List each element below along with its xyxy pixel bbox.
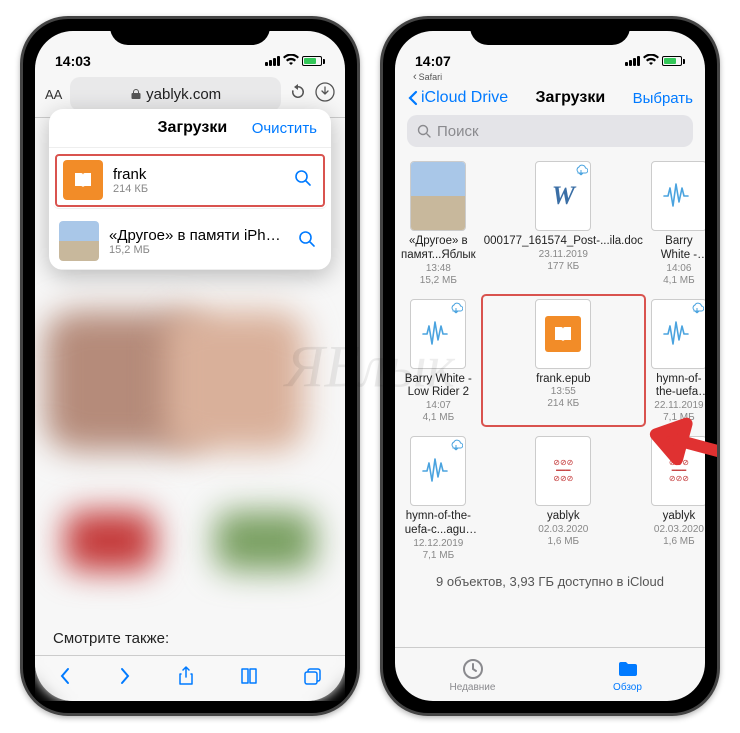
file-name: «Другое» в памят...Яблык xyxy=(401,235,476,263)
image-thumb xyxy=(59,221,99,261)
tab-bar: Недавние Обзор xyxy=(395,647,705,701)
bookmarks-button[interactable] xyxy=(239,667,259,690)
file-size: 4,1 МБ xyxy=(651,275,705,287)
audio-file-icon xyxy=(410,299,466,369)
status-time: 14:03 xyxy=(55,53,115,69)
screen: 14:03 AA yablyk.com iPa xyxy=(35,31,345,701)
forward-button[interactable] xyxy=(117,667,133,690)
file-date: 13:55 xyxy=(484,386,643,398)
file-date: 14:06 xyxy=(651,263,705,275)
file-item[interactable]: frank.epub13:55214 КБ xyxy=(482,295,645,427)
search-input[interactable]: Поиск xyxy=(407,115,693,147)
battery-icon xyxy=(302,56,325,66)
doc-file-icon: W xyxy=(535,161,591,231)
file-name: yablyk xyxy=(484,510,643,524)
audio-file-icon xyxy=(410,436,466,506)
select-button[interactable]: Выбрать xyxy=(633,90,693,107)
cloud-download-icon xyxy=(574,164,588,178)
text-size-button[interactable]: AA xyxy=(45,87,62,102)
downloads-button[interactable] xyxy=(315,82,335,106)
pdf-file-icon: ⊘⊘⊘━━━⊘⊘⊘ xyxy=(535,436,591,506)
search-placeholder: Поиск xyxy=(437,123,479,140)
page-title: Загрузки xyxy=(536,89,606,107)
tab-browse[interactable]: Обзор xyxy=(550,648,705,701)
safari-toolbar xyxy=(35,655,345,701)
reveal-in-files-icon[interactable] xyxy=(293,230,321,253)
file-name: yablyk xyxy=(651,510,705,524)
file-name: Barry White - Low Rider 2 xyxy=(401,373,476,401)
see-also: Смотрите также: xyxy=(53,630,169,647)
file-item[interactable]: «Другое» в памят...Яблык13:4815,2 МБ xyxy=(399,157,478,289)
download-item[interactable]: «Другое» в памяти iPhon...15,2 МБ xyxy=(49,213,331,270)
file-size: 4,1 МБ xyxy=(401,412,476,424)
lock-icon xyxy=(130,88,142,100)
screen: 14:07 ‹Safari iCloud Drive Загрузки Выбр… xyxy=(395,31,705,701)
url-field[interactable]: yablyk.com xyxy=(70,77,281,111)
file-name: hymn-of-the-uefa-c...league xyxy=(651,373,705,401)
file-grid: «Другое» в памят...Яблык13:4815,2 МБ W 000… xyxy=(395,153,705,564)
audio-file-icon xyxy=(651,161,705,231)
file-name: Barry White - Low Rider xyxy=(651,235,705,263)
summary-text: 9 объектов, 3,93 ГБ доступно в iCloud xyxy=(395,564,705,595)
status-time: 14:07 xyxy=(415,53,475,69)
cellular-icon xyxy=(265,56,280,66)
file-name: hymn-of-the-uefa-c...ague 2 xyxy=(401,510,476,538)
files-header: iCloud Drive Загрузки Выбрать xyxy=(395,83,705,111)
file-date: 02.03.2020 xyxy=(484,524,643,536)
file-item[interactable]: ⊘⊘⊘━━━⊘⊘⊘ yablyk02.03.20201,6 МБ xyxy=(482,432,645,564)
file-date: 13:48 xyxy=(401,263,476,275)
file-size: 1,6 МБ xyxy=(651,536,705,548)
file-size: 7,1 МБ xyxy=(401,550,476,562)
back-icloud-drive[interactable]: iCloud Drive xyxy=(407,89,508,107)
file-item[interactable]: W 000177_161574_Post-...ila.doc23.11.2019… xyxy=(482,157,645,289)
download-item[interactable]: frank214 КБ xyxy=(53,152,327,209)
phone-safari: 14:03 AA yablyk.com iPa xyxy=(20,16,360,716)
file-size: 214 КБ xyxy=(484,398,643,410)
notch xyxy=(470,19,630,45)
tab-recent[interactable]: Недавние xyxy=(395,648,550,701)
wifi-icon xyxy=(643,53,659,69)
epub-file-icon xyxy=(535,299,591,369)
search-icon xyxy=(417,124,431,138)
url-text: yablyk.com xyxy=(146,86,221,103)
file-item[interactable]: Barry White - Low Rider14:064,1 МБ xyxy=(649,157,705,289)
cellular-icon xyxy=(625,56,640,66)
file-date: 23.11.2019 xyxy=(484,249,643,261)
share-button[interactable] xyxy=(177,666,195,691)
reveal-in-files-icon[interactable] xyxy=(289,169,317,192)
phone-files: 14:07 ‹Safari iCloud Drive Загрузки Выбр… xyxy=(380,16,720,716)
file-date: 14:07 xyxy=(401,400,476,412)
downloads-title: Загрузки xyxy=(158,119,228,137)
breadcrumb[interactable]: ‹Safari xyxy=(395,71,705,83)
file-date: 12.12.2019 xyxy=(401,538,476,550)
notch xyxy=(110,19,270,45)
img-file-icon xyxy=(410,161,466,231)
cloud-download-icon xyxy=(690,302,704,316)
audio-file-icon xyxy=(651,299,705,369)
cloud-download-icon xyxy=(449,302,463,316)
downloads-panel: Загрузки Очистить frank214 КБ«Другое» в … xyxy=(49,109,331,270)
file-date: 02.03.2020 xyxy=(651,524,705,536)
file-item[interactable]: Barry White - Low Rider 214:074,1 МБ xyxy=(399,295,478,427)
file-size: 1,6 МБ xyxy=(484,536,643,548)
battery-icon xyxy=(662,56,685,66)
reload-button[interactable] xyxy=(289,83,307,105)
clear-button[interactable]: Очистить xyxy=(252,120,317,137)
download-name: «Другое» в памяти iPhon... xyxy=(109,227,283,244)
wifi-icon xyxy=(283,53,299,69)
tabs-button[interactable] xyxy=(303,667,323,690)
file-item[interactable]: hymn-of-the-uefa-c...ague 212.12.20197,1… xyxy=(399,432,478,564)
file-size: 15,2 МБ xyxy=(401,275,476,287)
file-name: frank.epub xyxy=(484,373,643,387)
back-button[interactable] xyxy=(57,667,73,690)
download-name: frank xyxy=(113,166,279,183)
file-name: 000177_161574_Post-...ila.doc xyxy=(484,235,643,249)
book-icon xyxy=(63,160,103,200)
download-size: 15,2 МБ xyxy=(109,244,283,256)
download-size: 214 КБ xyxy=(113,183,279,195)
cloud-download-icon xyxy=(449,439,463,453)
file-size: 177 КБ xyxy=(484,261,643,273)
